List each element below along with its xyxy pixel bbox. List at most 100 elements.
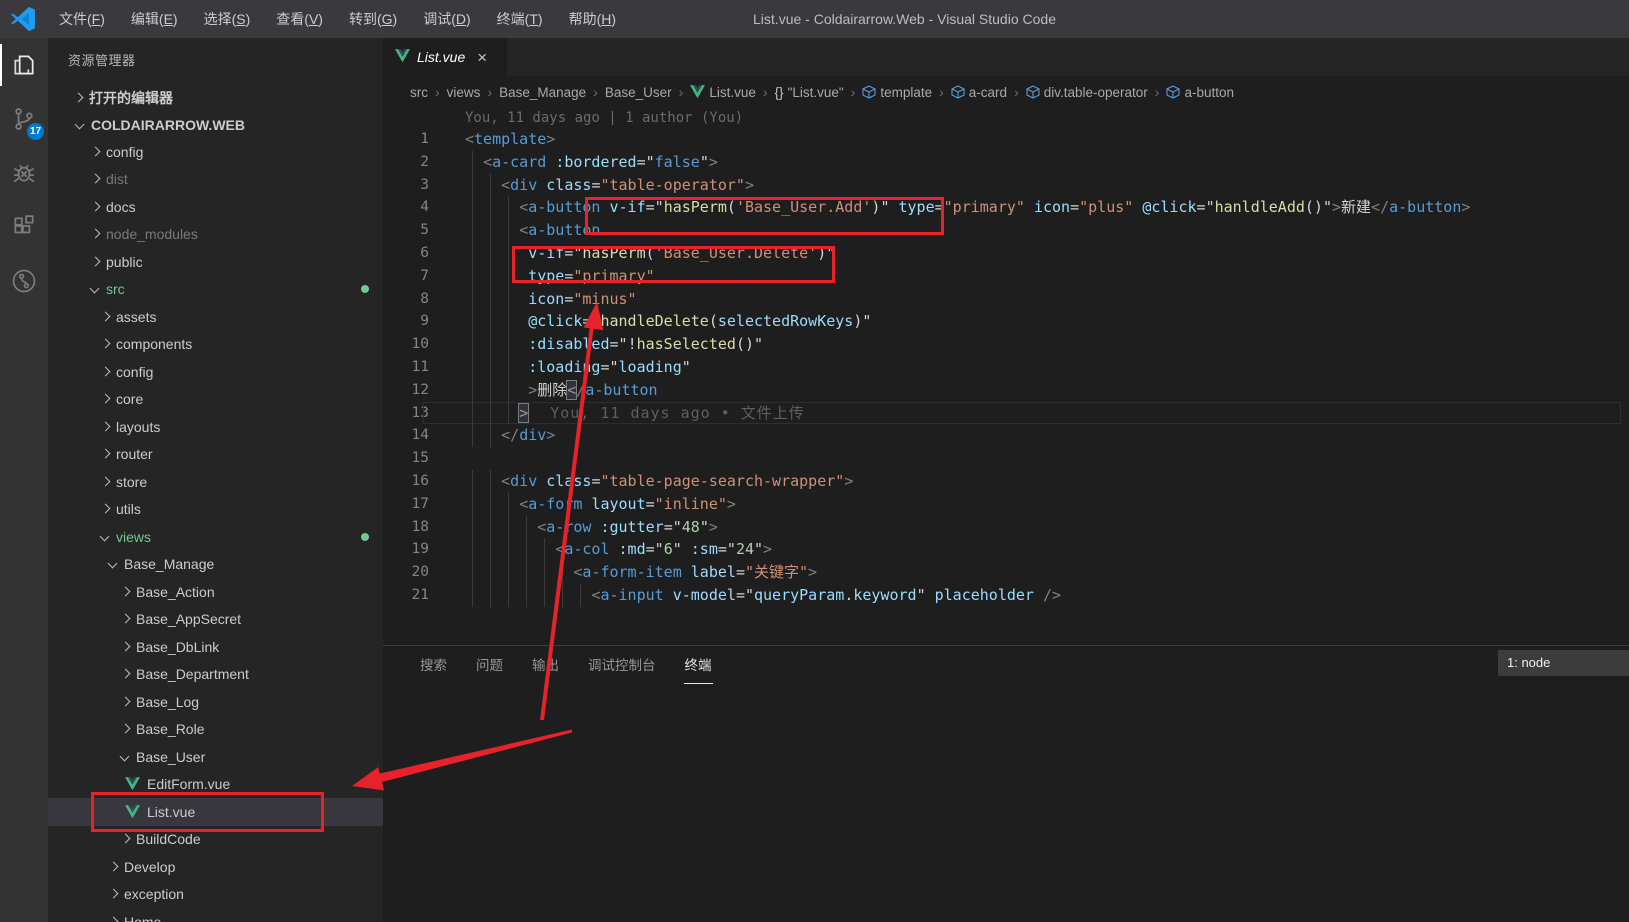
code-line-20[interactable]: 20 <a-form-item label="关键字"> [383, 561, 1629, 584]
tree-item-base-role[interactable]: Base_Role [48, 716, 383, 744]
code-line-14[interactable]: 14 </div> [383, 424, 1629, 447]
code-line-7[interactable]: 7 type="primary" [383, 265, 1629, 288]
tree-item-config[interactable]: config [48, 358, 383, 386]
tree-item-node-modules[interactable]: node_modules [48, 221, 383, 249]
chevron-right-icon [70, 90, 86, 106]
code-line-12[interactable]: 12 >删除</a-button [383, 379, 1629, 402]
tree-item-components[interactable]: components [48, 331, 383, 359]
breadcrumb-item[interactable]: List.vue [690, 85, 756, 100]
extensions-icon[interactable] [0, 200, 48, 254]
tab-close-icon[interactable]: × [477, 49, 487, 66]
gitlens-icon[interactable] [0, 254, 48, 308]
tree-item-base-dblink[interactable]: Base_DbLink [48, 633, 383, 661]
tree-item-base-department[interactable]: Base_Department [48, 661, 383, 689]
chevron-down-icon [87, 281, 103, 297]
code-line-16[interactable]: 16 <div class="table-page-search-wrapper… [383, 470, 1629, 493]
tree-item-config[interactable]: config [48, 138, 383, 166]
code-line-21[interactable]: 21 <a-input v-model="queryParam.keyword"… [383, 584, 1629, 607]
tree-item-public[interactable]: public [48, 248, 383, 276]
tree-item-打开的编辑器[interactable]: 打开的编辑器 [48, 84, 383, 111]
panel-tab-调试控制台[interactable]: 调试控制台 [587, 645, 657, 683]
breadcrumb-item[interactable]: src [410, 85, 428, 100]
tree-item-develop[interactable]: Develop [48, 853, 383, 881]
panel-tab-输出[interactable]: 输出 [531, 645, 560, 683]
code-line-8[interactable]: 8 icon="minus" [383, 288, 1629, 311]
terminal-select[interactable]: 1: node [1498, 650, 1629, 676]
tree-item-assets[interactable]: assets [48, 303, 383, 331]
source-control-icon[interactable]: 17 [0, 92, 48, 146]
tree-item-coldairarrow-web[interactable]: COLDAIRARROW.WEB [48, 111, 383, 138]
menu-g[interactable]: 转到(G) [336, 0, 410, 38]
indent-guide [490, 310, 491, 333]
code-line-15[interactable]: 15 [383, 447, 1629, 470]
code-line-3[interactable]: 3 <div class="table-operator"> [383, 174, 1629, 197]
indent-guide [508, 219, 509, 242]
panel-tab-问题[interactable]: 问题 [475, 645, 504, 683]
tree-item-base-action[interactable]: Base_Action [48, 578, 383, 606]
breadcrumb-item[interactable]: template [862, 85, 932, 100]
breadcrumb-item[interactable]: div.table-operator [1026, 85, 1148, 100]
code-editor[interactable]: 1<template>2 <a-card :bordered="false">3… [383, 128, 1629, 645]
tree-item-home[interactable]: Home [48, 908, 383, 922]
menu-e[interactable]: 编辑(E) [118, 0, 191, 38]
tree-item-utils[interactable]: utils [48, 496, 383, 524]
code-line-13[interactable]: 13 >You, 11 days ago • 文件上传 [383, 402, 1629, 425]
code-line-2[interactable]: 2 <a-card :bordered="false"> [383, 151, 1629, 174]
tree-item-src[interactable]: src [48, 276, 383, 304]
line-number: 20 [383, 561, 429, 584]
menu-d[interactable]: 调试(D) [410, 0, 483, 38]
breadcrumb-item[interactable]: Base_User [605, 85, 672, 100]
panel-tab-终端[interactable]: 终端 [684, 645, 713, 684]
code-text: <template> [429, 128, 555, 151]
panel-tab-搜索[interactable]: 搜索 [419, 645, 448, 683]
code-line-9[interactable]: 9 @click="handleDelete(selectedRowKeys)" [383, 310, 1629, 333]
indent-guide [490, 265, 491, 288]
tree-item-router[interactable]: router [48, 441, 383, 469]
tree-item-core[interactable]: core [48, 386, 383, 414]
menu-h[interactable]: 帮助(H) [556, 0, 629, 38]
tree-item-docs[interactable]: docs [48, 193, 383, 221]
breadcrumb-item[interactable]: {}"List.vue" [775, 85, 844, 100]
code-line-18[interactable]: 18 <a-row :gutter="48"> [383, 516, 1629, 539]
breadcrumb-item[interactable]: a-button [1166, 85, 1234, 100]
code-line-11[interactable]: 11 :loading="loading" [383, 356, 1629, 379]
indent-guide [472, 151, 473, 174]
breadcrumb-separator: › [939, 84, 944, 100]
menu-v[interactable]: 查看(V) [263, 0, 336, 38]
tree-item-dist[interactable]: dist [48, 166, 383, 194]
code-line-19[interactable]: 19 <a-col :md="6" :sm="24"> [383, 538, 1629, 561]
menu-s[interactable]: 选择(S) [191, 0, 264, 38]
debug-icon[interactable] [0, 146, 48, 200]
breadcrumb-item[interactable]: a-card [951, 85, 1007, 100]
menu-f[interactable]: 文件(F) [46, 0, 118, 38]
code-line-10[interactable]: 10 :disabled="!hasSelected()" [383, 333, 1629, 356]
tab-list-vue[interactable]: List.vue × [383, 38, 507, 76]
breadcrumb-item[interactable]: views [447, 85, 481, 100]
tree-item-base-user[interactable]: Base_User [48, 743, 383, 771]
tree-item-base-manage[interactable]: Base_Manage [48, 551, 383, 579]
chevron-right-icon [105, 914, 121, 922]
tree-item-views[interactable]: views [48, 523, 383, 551]
tree-item-base-log[interactable]: Base_Log [48, 688, 383, 716]
breadcrumb-label: views [447, 85, 481, 100]
tree-item-base-appsecret[interactable]: Base_AppSecret [48, 606, 383, 634]
tree-item-exception[interactable]: exception [48, 881, 383, 909]
tree-item-layouts[interactable]: layouts [48, 413, 383, 441]
code-line-1[interactable]: 1<template> [383, 128, 1629, 151]
code-line-6[interactable]: 6 v-if="hasPerm('Base_User.Delete')" [383, 242, 1629, 265]
tree-item-list-vue[interactable]: List.vue [48, 798, 383, 826]
tree-item-store[interactable]: store [48, 468, 383, 496]
breadcrumb-item[interactable]: Base_Manage [499, 85, 586, 100]
line-number: 21 [383, 584, 429, 607]
code-line-17[interactable]: 17 <a-form layout="inline"> [383, 493, 1629, 516]
explorer-icon[interactable] [0, 38, 48, 92]
tree-item-label: dist [106, 171, 128, 187]
indent-guide [526, 516, 527, 539]
code-line-4[interactable]: 4 <a-button v-if="hasPerm('Base_User.Add… [383, 196, 1629, 219]
chevron-right-icon [97, 391, 113, 407]
tree-item-buildcode[interactable]: BuildCode [48, 826, 383, 854]
menu-t[interactable]: 终端(T) [484, 0, 556, 38]
git-blame-header: You, 11 days ago | 1 author (You) [465, 110, 743, 126]
code-line-5[interactable]: 5 <a-button [383, 219, 1629, 242]
tree-item-editform-vue[interactable]: EditForm.vue [48, 771, 383, 799]
